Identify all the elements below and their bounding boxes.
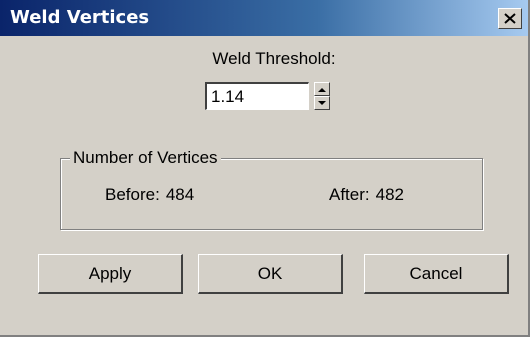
ok-button[interactable]: OK (198, 254, 343, 294)
title-bar[interactable]: Weld Vertices (0, 0, 528, 36)
after-label: After: (329, 185, 370, 204)
before-label: Before: (105, 185, 160, 204)
before-count: Before: 484 (105, 184, 194, 206)
weld-threshold-input[interactable] (205, 82, 309, 110)
weld-threshold-spinner (314, 82, 330, 110)
apply-button[interactable]: Apply (38, 254, 183, 294)
weld-threshold-label: Weld Threshold: (212, 49, 336, 68)
cancel-button[interactable]: Cancel (364, 254, 509, 294)
arrow-down-icon (318, 100, 326, 105)
close-icon (504, 13, 516, 24)
spinner-up-button[interactable] (314, 82, 330, 96)
window-title: Weld Vertices (10, 7, 150, 28)
weld-vertices-dialog: Weld Vertices Weld Threshold: Number of … (0, 0, 530, 337)
close-button[interactable] (498, 8, 522, 29)
after-value: 482 (375, 185, 404, 204)
vertices-group-label: Number of Vertices (70, 147, 221, 169)
after-count: After: 482 (329, 184, 404, 206)
spinner-down-button[interactable] (314, 96, 330, 110)
arrow-up-icon (318, 87, 326, 92)
before-value: 484 (165, 185, 195, 204)
